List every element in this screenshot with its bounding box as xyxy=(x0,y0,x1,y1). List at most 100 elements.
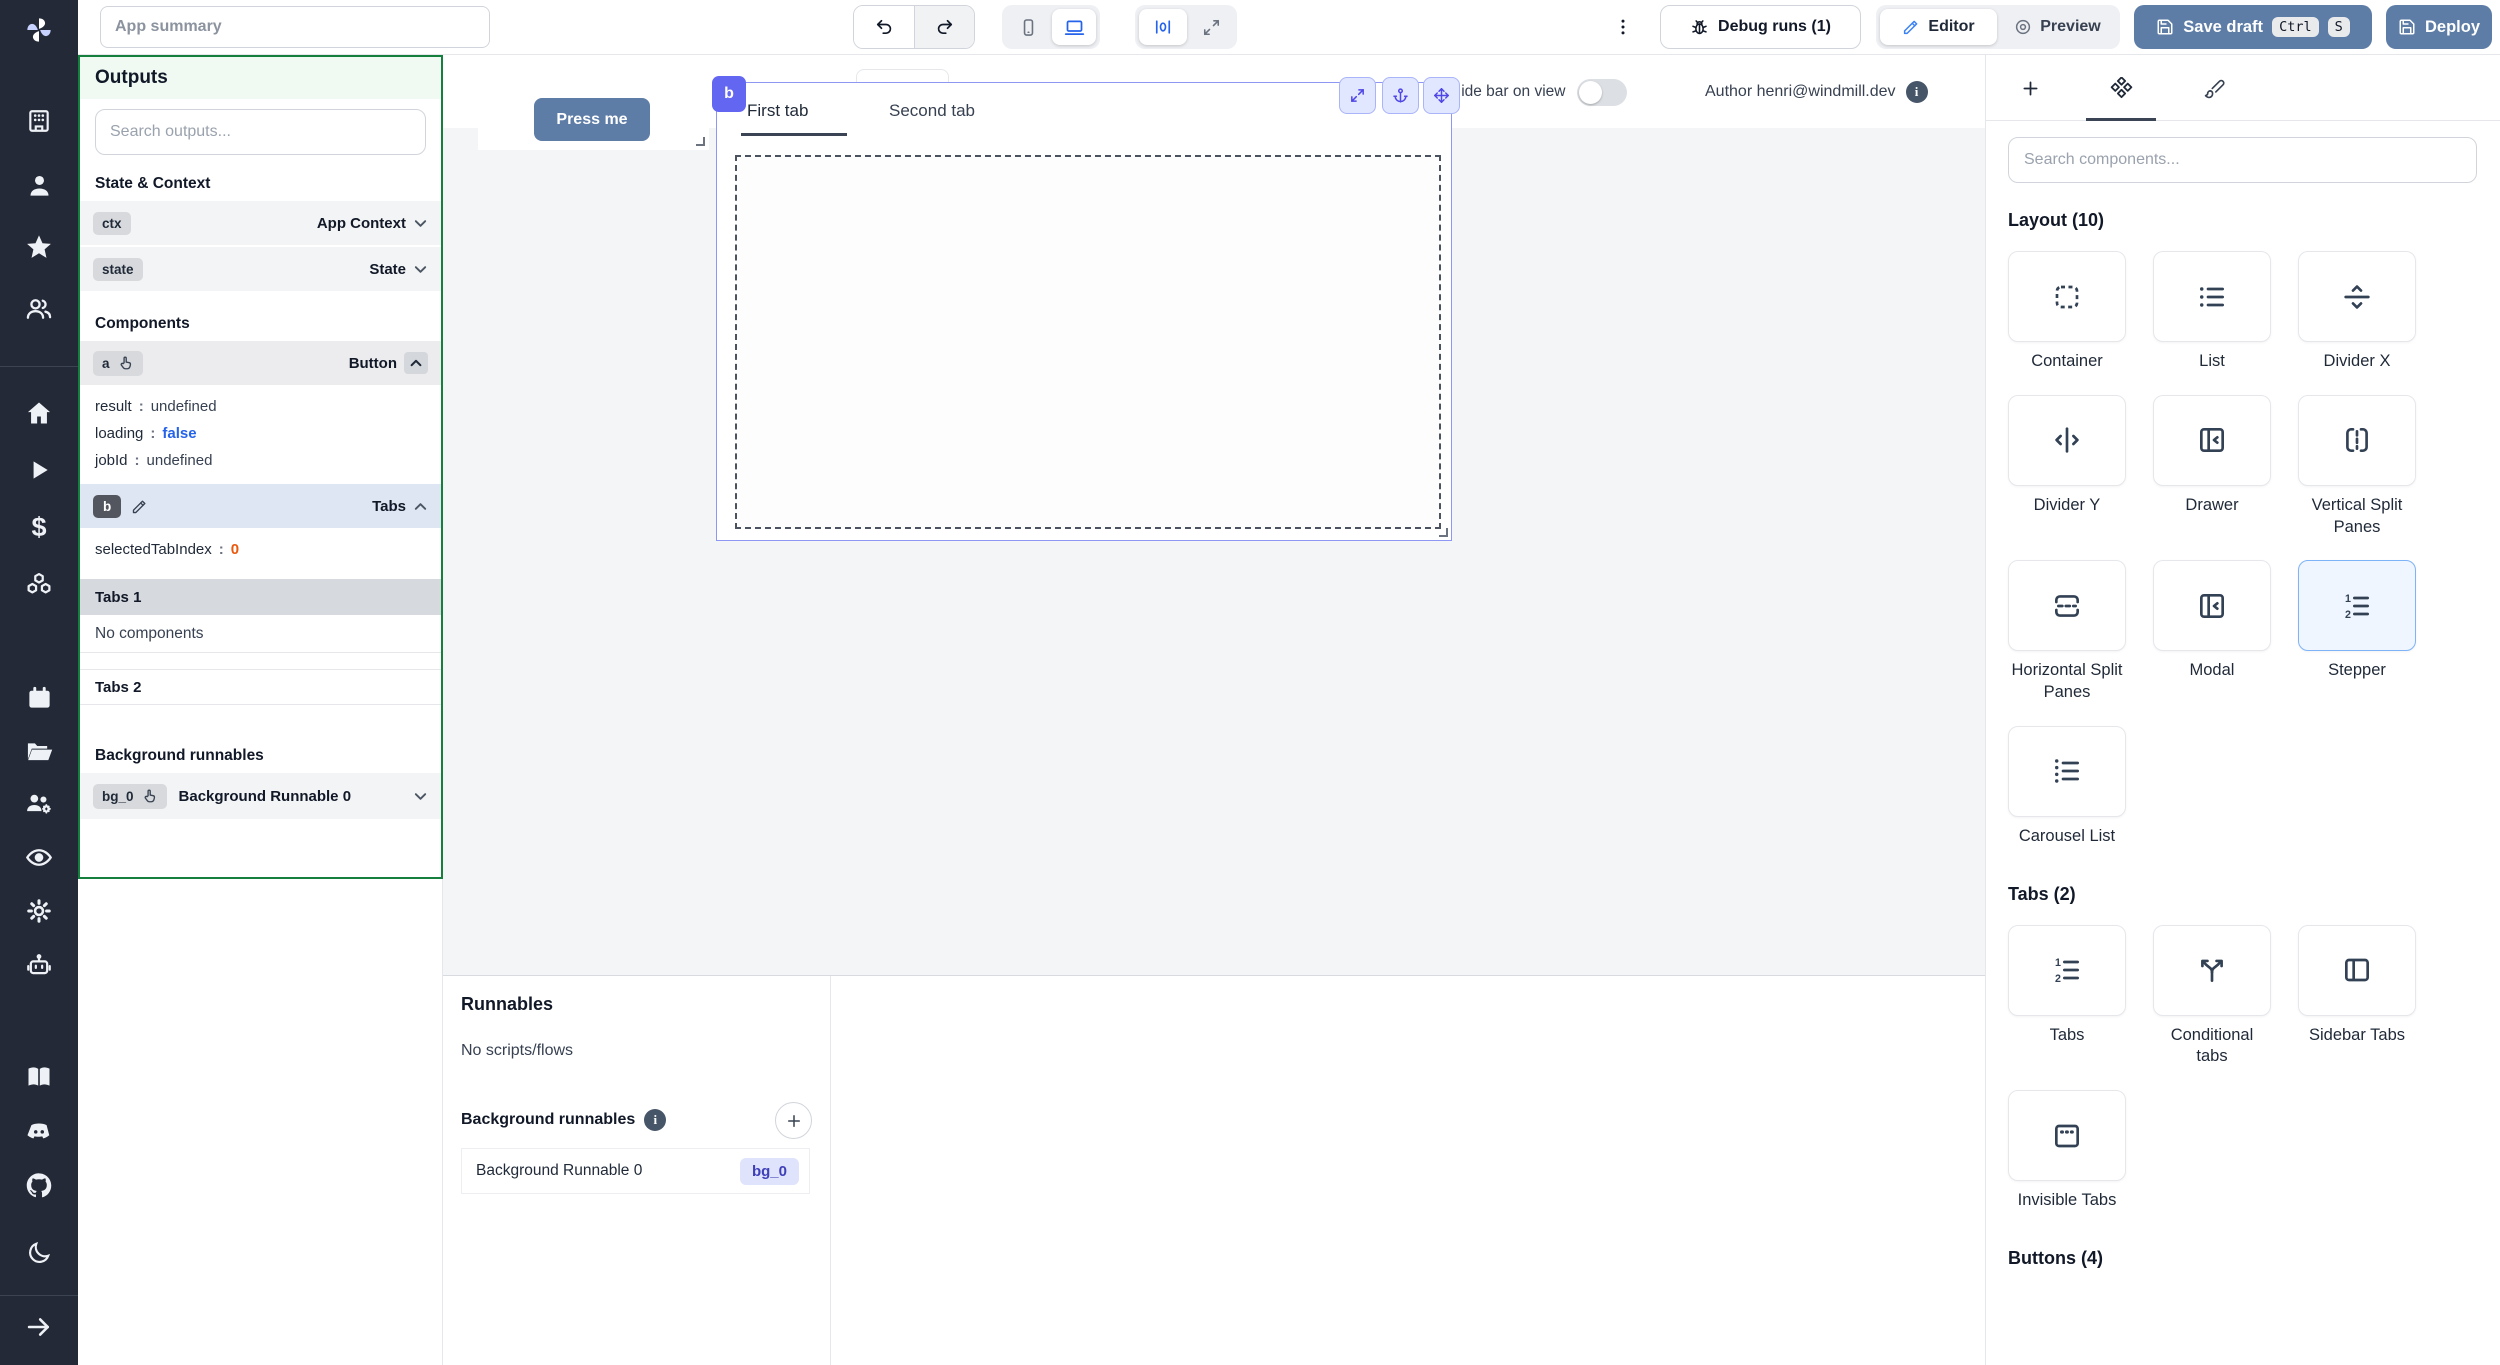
chevron-up-icon xyxy=(410,359,422,367)
anchor-component-button[interactable] xyxy=(1382,77,1419,114)
users-gear-icon[interactable] xyxy=(25,789,53,817)
save-draft-button[interactable]: Save draft Ctrl S xyxy=(2134,5,2372,49)
paintbrush-icon xyxy=(2204,79,2224,98)
press-me-button[interactable]: Press me xyxy=(534,98,650,141)
hand-pointer-icon xyxy=(120,356,131,369)
windmill-app-editor: $ App summary Debug runs (1) Editor Prev… xyxy=(0,0,2500,1365)
expand-canvas-button[interactable] xyxy=(1189,9,1233,45)
component-card-container[interactable]: Container xyxy=(2008,251,2126,373)
chevron-down-icon xyxy=(414,265,427,273)
bg0-id-badge: bg_0 xyxy=(93,783,167,809)
add-background-runnable-button[interactable] xyxy=(775,1102,812,1139)
star-icon[interactable] xyxy=(25,233,53,261)
tab-styling[interactable] xyxy=(2197,71,2231,105)
panel-divider xyxy=(830,976,831,1365)
tab-second[interactable]: Second tab xyxy=(889,101,975,121)
hide-bar-setting: Hide bar on view xyxy=(1450,69,1628,115)
component-card-conditional-tabs[interactable]: Conditional tabs xyxy=(2153,924,2271,1069)
tab-components[interactable] xyxy=(2104,71,2138,105)
info-icon[interactable]: i xyxy=(1905,81,1928,103)
center-canvas-button[interactable] xyxy=(1139,9,1187,45)
button-component-cell[interactable]: Press me xyxy=(478,86,709,150)
output-row-state[interactable]: state State xyxy=(80,247,441,291)
redo-button[interactable] xyxy=(914,6,974,48)
desktop-view-button[interactable] xyxy=(1052,9,1096,45)
output-row-component-a[interactable]: a Button xyxy=(80,341,441,385)
component-b-props: selectedTabIndex:0 xyxy=(80,528,441,567)
boxes-icon[interactable] xyxy=(25,570,53,598)
tabs2-header[interactable]: Tabs 2 xyxy=(80,669,441,705)
gear-icon[interactable] xyxy=(25,897,53,925)
robot-icon[interactable] xyxy=(25,951,53,979)
undo-button[interactable] xyxy=(854,6,914,48)
tabs1-header[interactable]: Tabs 1 xyxy=(80,579,441,615)
hide-bar-toggle[interactable] xyxy=(1577,78,1628,106)
component-card-vertical-split[interactable]: Vertical Split Panes xyxy=(2298,394,2416,539)
component-library-panel: Layout (10) Container List Divider X Div… xyxy=(1985,55,2500,1365)
component-card-divider-x[interactable]: Divider X xyxy=(2298,251,2416,373)
tab-content-dropzone[interactable] xyxy=(735,155,1441,529)
mobile-view-button[interactable] xyxy=(1006,9,1050,45)
component-card-sidebar-tabs[interactable]: Sidebar Tabs xyxy=(2298,924,2416,1069)
plus-icon xyxy=(787,1114,800,1127)
laptop-icon xyxy=(1064,20,1084,35)
github-icon[interactable] xyxy=(25,1171,53,1199)
tab-first[interactable]: First tab xyxy=(747,101,808,121)
more-menu-button[interactable] xyxy=(1610,10,1636,44)
component-card-stepper[interactable]: 12 Stepper xyxy=(2298,560,2416,704)
tabs-component-selected[interactable]: b First tab Second tab xyxy=(712,76,1460,541)
component-card-modal[interactable]: Modal xyxy=(2153,560,2271,704)
stepper-icon: 12 xyxy=(2345,593,2369,621)
windmill-logo-icon[interactable] xyxy=(25,16,53,44)
resize-handle[interactable] xyxy=(1439,528,1448,537)
info-icon[interactable]: i xyxy=(644,1109,667,1131)
deploy-button[interactable]: Deploy xyxy=(2386,5,2492,49)
outputs-search-input[interactable] xyxy=(95,109,426,155)
moon-icon[interactable] xyxy=(25,1239,53,1267)
calendar-icon[interactable] xyxy=(25,683,53,711)
component-card-invisible-tabs[interactable]: Invisible Tabs xyxy=(2008,1090,2126,1212)
output-row-ctx[interactable]: ctx App Context xyxy=(80,201,441,245)
eye-icon[interactable] xyxy=(25,843,53,871)
carousel-list-icon xyxy=(2055,759,2079,784)
output-row-bg0[interactable]: bg_0 Background Runnable 0 xyxy=(80,773,441,819)
state-id-badge: state xyxy=(93,257,143,281)
building-icon[interactable] xyxy=(25,107,53,135)
rail-divider xyxy=(0,366,78,367)
deploy-label: Deploy xyxy=(2424,17,2480,36)
hide-bar-label: Hide bar on view xyxy=(1450,83,1566,100)
output-row-component-b[interactable]: b Tabs xyxy=(80,484,441,528)
components-search-input[interactable] xyxy=(2008,137,2477,183)
collapse-a-button[interactable] xyxy=(404,352,428,374)
folder-open-icon[interactable] xyxy=(25,737,53,765)
arrow-right-icon[interactable] xyxy=(25,1313,53,1341)
app-canvas: (1) once Hide bar on view Author henri@w… xyxy=(443,55,1985,975)
debug-runs-button[interactable]: Debug runs (1) xyxy=(1660,5,1861,49)
users-group-icon[interactable] xyxy=(25,295,53,323)
component-card-drawer[interactable]: Drawer xyxy=(2153,394,2271,539)
vertical-split-icon xyxy=(2346,428,2368,453)
component-card-tabs[interactable]: 12 Tabs xyxy=(2008,924,2126,1069)
chevron-down-icon xyxy=(414,219,427,227)
tab-editor[interactable]: Editor xyxy=(1880,9,1997,45)
component-card-divider-y[interactable]: Divider Y xyxy=(2008,394,2126,539)
home-icon[interactable] xyxy=(25,399,53,427)
svg-text:1: 1 xyxy=(2055,957,2061,969)
play-icon[interactable] xyxy=(25,456,53,484)
resize-handle[interactable] xyxy=(696,137,705,146)
tab-preview[interactable]: Preview xyxy=(1999,9,2116,45)
anchor-icon xyxy=(1393,88,1408,103)
book-open-icon[interactable] xyxy=(25,1063,53,1091)
outputs-panel: Outputs State & Context ctx App Context … xyxy=(78,55,443,879)
move-component-button[interactable] xyxy=(1423,77,1460,114)
component-card-carousel-list[interactable]: Carousel List xyxy=(2008,725,2126,848)
user-icon[interactable] xyxy=(25,171,53,199)
component-card-list[interactable]: List xyxy=(2153,251,2271,373)
component-card-horizontal-split[interactable]: Horizontal Split Panes xyxy=(2008,560,2126,704)
discord-icon[interactable] xyxy=(25,1117,53,1145)
app-summary-input[interactable] xyxy=(100,6,490,48)
dollar-icon[interactable]: $ xyxy=(25,513,53,541)
tab-insert-plus[interactable] xyxy=(2013,71,2047,105)
background-runnable-row[interactable]: Background Runnable 0 bg_0 xyxy=(461,1148,810,1194)
expand-component-button[interactable] xyxy=(1339,77,1376,114)
